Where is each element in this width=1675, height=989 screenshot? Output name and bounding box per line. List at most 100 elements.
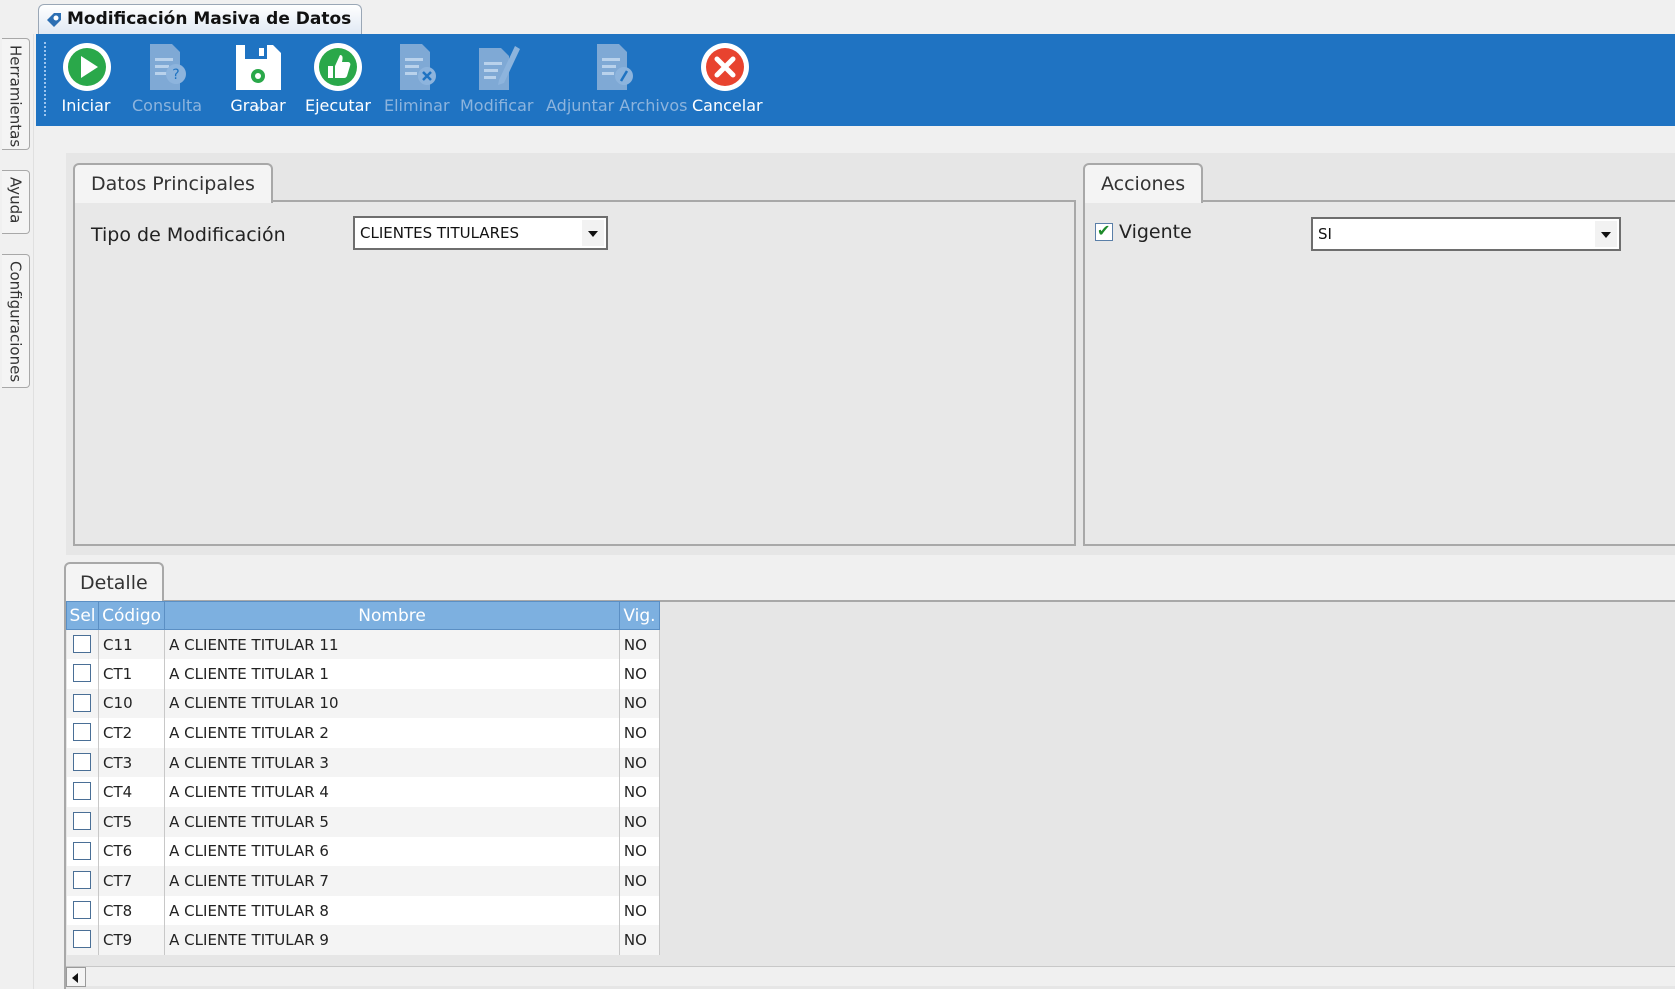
row-select-cell (66, 836, 100, 867)
row-select-checkbox[interactable] (72, 841, 91, 860)
side-tab-herramientas[interactable]: Herramientas (2, 38, 30, 150)
table-row[interactable]: CT8 A CLIENTE TITULAR 8 NO (66, 895, 661, 926)
eliminar-button[interactable]: Eliminar (384, 40, 450, 115)
nombre-cell: A CLIENTE TITULAR 5 (164, 807, 620, 837)
table-row[interactable]: C11 A CLIENTE TITULAR 11 NO (66, 629, 661, 660)
save-disk-icon (236, 45, 281, 90)
datos-principales-tab[interactable]: Datos Principales (73, 163, 273, 203)
vig-cell: NO (619, 777, 661, 808)
table-row[interactable]: CT1 A CLIENTE TITULAR 1 NO (66, 659, 661, 689)
row-select-cell (66, 688, 100, 719)
nombre-cell: A CLIENTE TITULAR 6 (164, 836, 620, 867)
svg-text:?: ? (172, 67, 179, 83)
row-select-checkbox[interactable] (72, 693, 91, 712)
cancelar-button[interactable]: Cancelar (692, 40, 763, 115)
nombre-cell: A CLIENTE TITULAR 7 (164, 866, 620, 896)
codigo-cell: CT4 (98, 777, 166, 808)
document-tab[interactable]: Modificación Masiva de Datos (38, 4, 363, 35)
thumbs-up-icon (314, 43, 362, 91)
tipo-modificacion-value: CLIENTES TITULARES (360, 224, 519, 242)
row-select-checkbox[interactable] (72, 752, 91, 771)
codigo-cell: CT3 (98, 747, 166, 778)
horizontal-scrollbar[interactable] (66, 966, 1675, 987)
nombre-cell: A CLIENTE TITULAR 11 (164, 629, 620, 660)
row-select-checkbox[interactable] (72, 664, 91, 683)
row-select-checkbox[interactable] (72, 723, 91, 742)
side-tab-label: Ayuda (6, 177, 25, 224)
vig-cell: NO (619, 659, 661, 689)
modificar-label: Modificar (460, 96, 534, 115)
adjuntar-archivos-button[interactable]: Adjuntar Archivos (546, 40, 687, 115)
side-tab-strip: Herramientas Ayuda Configuraciones (0, 34, 34, 989)
side-tab-configuraciones[interactable]: Configuraciones (2, 254, 30, 388)
play-icon (63, 43, 111, 91)
nombre-cell: A CLIENTE TITULAR 10 (164, 688, 620, 719)
table-row[interactable]: CT3 A CLIENTE TITULAR 3 NO (66, 747, 661, 778)
codigo-cell: CT9 (98, 925, 166, 956)
scroll-left-icon[interactable] (66, 967, 86, 987)
modificar-button[interactable]: Modificar (460, 40, 534, 115)
table-row[interactable]: CT5 A CLIENTE TITULAR 5 NO (66, 807, 661, 837)
row-select-checkbox[interactable] (72, 900, 91, 919)
row-select-checkbox[interactable] (72, 782, 91, 801)
table-row[interactable]: CT6 A CLIENTE TITULAR 6 NO (66, 836, 661, 867)
row-select-cell (66, 895, 100, 926)
iniciar-label: Iniciar (61, 96, 111, 115)
column-header-vig[interactable]: Vig. (618, 601, 661, 630)
table-row[interactable]: CT2 A CLIENTE TITULAR 2 NO (66, 718, 661, 748)
iniciar-button[interactable]: Iniciar (60, 40, 112, 115)
column-header-codigo[interactable]: Código (98, 601, 166, 630)
table-row[interactable]: CT4 A CLIENTE TITULAR 4 NO (66, 777, 661, 808)
vig-cell: NO (619, 718, 661, 748)
grabar-button[interactable]: Grabar (229, 40, 287, 115)
ejecutar-button[interactable]: Ejecutar (304, 40, 372, 115)
row-select-checkbox[interactable] (72, 871, 91, 890)
side-tab-ayuda[interactable]: Ayuda (2, 170, 30, 234)
vigente-select[interactable]: SI (1311, 217, 1621, 251)
row-select-cell (66, 807, 100, 837)
column-header-nombre[interactable]: Nombre (164, 601, 620, 630)
nombre-cell: A CLIENTE TITULAR 3 (164, 747, 620, 778)
vig-cell: NO (619, 925, 661, 956)
nombre-cell: A CLIENTE TITULAR 8 (164, 895, 620, 926)
column-header-sel[interactable]: Sel (65, 601, 100, 630)
vig-cell: NO (619, 807, 661, 837)
nombre-cell: A CLIENTE TITULAR 4 (164, 777, 620, 808)
chevron-down-icon[interactable] (582, 220, 604, 246)
detalle-title: Detalle (80, 572, 148, 594)
table-header-row: Sel Código Nombre Vig. (65, 601, 661, 630)
codigo-cell: CT5 (98, 807, 166, 837)
vig-cell: NO (619, 836, 661, 867)
detalle-table: Sel Código Nombre Vig. C11 A CLIENTE TITU… (65, 601, 661, 956)
codigo-cell: C10 (98, 688, 166, 719)
codigo-cell: CT1 (98, 659, 166, 689)
vig-cell: NO (619, 895, 661, 926)
detalle-tab[interactable]: Detalle (64, 562, 164, 602)
app-window: Modificación Masiva de Datos Herramienta… (0, 0, 1675, 989)
vigente-checkbox[interactable] (1095, 221, 1113, 241)
document-question-icon: ? (150, 44, 186, 90)
table-row[interactable]: C10 A CLIENTE TITULAR 10 NO (66, 688, 661, 719)
table-row[interactable]: CT9 A CLIENTE TITULAR 9 NO (66, 925, 661, 956)
acciones-tab[interactable]: Acciones (1083, 163, 1204, 203)
vig-cell: NO (619, 629, 661, 660)
row-select-checkbox[interactable] (72, 930, 91, 949)
table-row[interactable]: CT7 A CLIENTE TITULAR 7 NO (66, 866, 661, 896)
document-attach-icon (597, 44, 633, 90)
toolbar-grip[interactable] (44, 42, 46, 116)
ejecutar-label: Ejecutar (305, 96, 371, 115)
acciones-group (1083, 200, 1675, 546)
cancelar-label: Cancelar (692, 96, 763, 115)
vigente-value: SI (1318, 225, 1332, 243)
chevron-down-icon[interactable] (1595, 221, 1617, 247)
row-select-checkbox[interactable] (72, 812, 91, 831)
nombre-cell: A CLIENTE TITULAR 2 (164, 718, 620, 748)
row-select-cell (66, 659, 100, 689)
consulta-button[interactable]: ? Consulta (132, 40, 202, 115)
row-select-cell (66, 866, 100, 896)
side-tab-label: Configuraciones (6, 261, 25, 383)
tipo-modificacion-select[interactable]: CLIENTES TITULARES (353, 216, 608, 250)
codigo-cell: C11 (98, 629, 166, 660)
tipo-modificacion-label: Tipo de Modificación (91, 224, 286, 246)
row-select-checkbox[interactable] (72, 635, 91, 653)
